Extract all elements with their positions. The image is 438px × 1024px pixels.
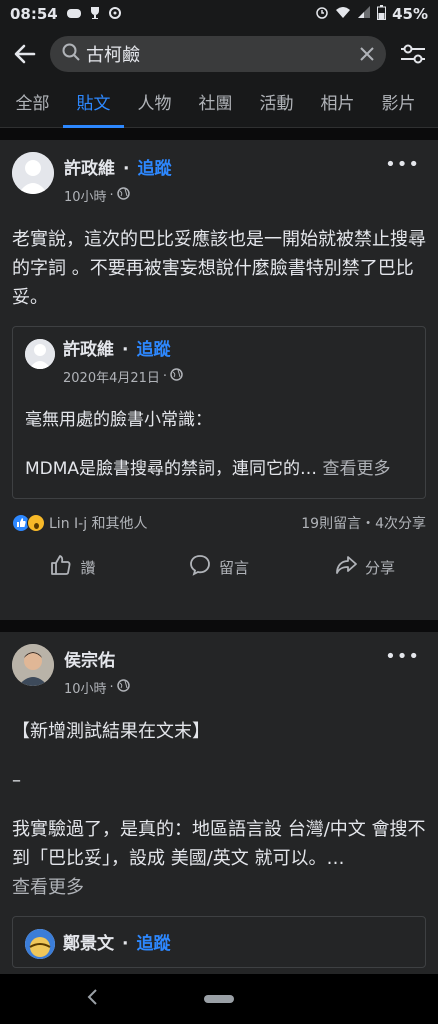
post-card: 許政維 · 追蹤 10小時 · ••• 老實說，這次的巴比妥應該也是一開始就被禁…: [0, 140, 438, 620]
comment-label: 留言: [218, 558, 249, 577]
shared-post[interactable]: 許政維 · 追蹤 2020年4月21日 · 毫無用處的臉書小常識： MDMA是臉…: [12, 326, 426, 499]
post-text: 老實說，這次的巴比妥應該也是一開始就被禁止搜尋的字詞 。不要再被害妄想說什麼臉書…: [12, 229, 426, 308]
settings-gear-icon: [108, 6, 122, 23]
like-button[interactable]: 讚: [0, 554, 146, 580]
filter-icon[interactable]: [396, 37, 430, 71]
author-name[interactable]: 許政維: [63, 339, 114, 361]
search-tabs: 全部 貼文 人物 社團 活動 相片 影片: [0, 80, 438, 128]
share-arrow-icon: [335, 554, 357, 580]
globe-icon: [116, 187, 130, 204]
messenger-icon: [66, 7, 82, 22]
tab-groups[interactable]: 社團: [185, 80, 246, 128]
post-text: 我實驗過了，是真的：地區語言設 台灣/中文 會搜不到「巴比妥」，設成 美國/英文…: [12, 819, 426, 869]
share-label: 分享: [364, 558, 395, 577]
shared-post[interactable]: 鄭景文 · 追蹤: [12, 916, 426, 968]
follow-link[interactable]: 追蹤: [136, 933, 170, 955]
tab-videos[interactable]: 影片: [368, 80, 429, 128]
globe-icon: [170, 368, 183, 385]
avatar[interactable]: [25, 339, 55, 369]
follow-link[interactable]: 追蹤: [137, 158, 171, 180]
post-card: 侯宗佑 10小時 · ••• 【新增測試結果在文末】 – 我實驗過了，是真的：地…: [0, 632, 438, 992]
more-options-icon[interactable]: •••: [385, 154, 420, 175]
avatar[interactable]: [12, 152, 54, 194]
avatar[interactable]: [25, 929, 55, 959]
comment-icon: [189, 554, 211, 580]
follow-link[interactable]: 追蹤: [136, 339, 170, 361]
clock: 08:54: [10, 5, 58, 23]
comment-button[interactable]: 留言: [146, 554, 292, 580]
author-name[interactable]: 許政維: [64, 158, 115, 180]
search-icon: [62, 43, 80, 65]
post-header: 侯宗佑 10小時 · •••: [0, 632, 438, 697]
post-time[interactable]: 10小時: [64, 186, 107, 205]
search-query[interactable]: 古柯鹼: [86, 41, 360, 67]
clear-search-icon[interactable]: [360, 42, 374, 66]
alarm-icon: [315, 5, 329, 23]
post-text: –: [12, 770, 21, 791]
see-more-link[interactable]: 查看更多: [12, 877, 84, 898]
tab-all[interactable]: 全部: [2, 80, 63, 128]
battery-percent: 45%: [392, 5, 428, 23]
search-header: 古柯鹼: [0, 28, 438, 80]
tab-photos[interactable]: 相片: [307, 80, 368, 128]
trophy-icon: [88, 6, 102, 23]
reactions-bar[interactable]: Lin I-j 和其他人 19則留言・4次分享: [0, 499, 438, 533]
tab-events[interactable]: 活動: [246, 80, 307, 128]
signal-icon: [357, 5, 371, 23]
separator-dot: ·: [122, 340, 129, 360]
home-pill[interactable]: [204, 995, 234, 1003]
more-options-icon[interactable]: •••: [385, 646, 420, 667]
shared-post-text: MDMA是臉書搜尋的禁詞，連同它的…: [25, 459, 318, 479]
thumbs-up-icon: [50, 554, 72, 580]
status-bar: 08:54 45%: [0, 0, 438, 28]
battery-icon: [377, 4, 387, 24]
like-label: 讚: [80, 558, 96, 577]
separator-dot: ·: [123, 159, 130, 179]
avatar[interactable]: [12, 644, 54, 686]
wifi-icon: [335, 5, 351, 23]
post-actions: 讚 留言 分享: [0, 539, 438, 595]
wow-reaction-icon: [27, 514, 45, 532]
reactors-text[interactable]: Lin I-j 和其他人: [49, 513, 148, 533]
shared-post-text: 毫無用處的臉書小常識：: [25, 410, 212, 430]
post-text: 【新增測試結果在文末】: [12, 721, 210, 742]
globe-icon: [116, 679, 130, 696]
system-back-icon[interactable]: [86, 987, 100, 1012]
post-time[interactable]: 2020年4月21日: [63, 367, 160, 386]
post-time[interactable]: 10小時: [64, 678, 107, 697]
post-header: 許政維 · 追蹤 10小時 · •••: [0, 140, 438, 205]
author-name[interactable]: 侯宗佑: [64, 650, 115, 672]
see-more-link[interactable]: 查看更多: [322, 459, 390, 479]
back-arrow-icon[interactable]: [8, 37, 42, 71]
search-input[interactable]: 古柯鹼: [50, 36, 386, 72]
system-nav-bar: [0, 974, 438, 1024]
separator-dot: ·: [122, 934, 129, 954]
comment-share-counts[interactable]: 19則留言・4次分享: [301, 513, 426, 533]
tab-people[interactable]: 人物: [124, 80, 185, 128]
share-button[interactable]: 分享: [292, 554, 438, 580]
author-name[interactable]: 鄭景文: [63, 933, 114, 955]
tab-posts[interactable]: 貼文: [63, 80, 124, 128]
